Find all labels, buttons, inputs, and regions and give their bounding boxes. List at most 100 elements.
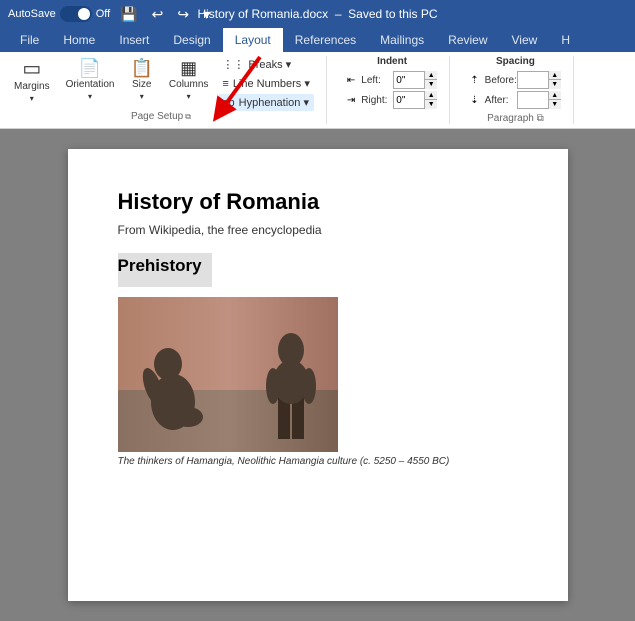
columns-label: Columns [169,79,208,90]
margins-icon: ▭ [22,59,41,79]
spacing-title: Spacing [496,56,535,67]
section-heading: Prehistory [118,256,202,276]
page-setup-label-row: Page Setup ⧉ [131,111,191,122]
tab-h[interactable]: H [549,28,582,52]
paragraph-label: Paragraph ⧉ [487,113,544,124]
document-title: History of Romania [118,189,518,215]
line-numbers-label: Line Numbers ▾ [233,77,310,90]
spacing-after-arrows: ▲ ▼ [548,91,561,109]
indent-left-down[interactable]: ▼ [424,80,437,89]
line-numbers-icon: ≡ [222,78,228,90]
page-setup-group: ▭ Margins ▾ 📄 Orientation ▾ 📋 Size ▾ ▦ C… [8,56,327,124]
autosave-knob [78,8,90,20]
image-caption: The thinkers of Hamangia, Neolithic Hama… [118,456,518,467]
indent-right-label: Right: [361,95,389,106]
columns-arrow: ▾ [187,92,191,101]
document-image-container: The thinkers of Hamangia, Neolithic Hama… [118,297,518,467]
size-button[interactable]: 📋 Size ▾ [125,56,159,104]
spacing-group: Spacing ⇡ Before: ▲ ▼ ⇣ After: ▲ ▼ [470,56,573,124]
document-page: History of Romania From Wikipedia, the f… [68,149,568,601]
spacing-after-row: ⇣ After: ▲ ▼ [470,91,560,109]
margins-button[interactable]: ▭ Margins ▾ [8,56,56,106]
columns-button[interactable]: ▦ Columns ▾ [163,56,214,104]
indent-group: Indent ⇤ Left: ▲ ▼ ⇥ Right: ▲ ▼ [347,56,450,124]
document-area: History of Romania From Wikipedia, the f… [0,129,635,621]
tab-file[interactable]: File [8,28,51,52]
breaks-button[interactable]: ⋮⋮ Breaks ▾ [218,56,313,73]
margins-label: Margins [14,81,50,92]
size-arrow: ▾ [140,92,144,101]
caption-text: The thinkers of Hamangia, Neolithic Hama… [118,456,450,467]
saved-status: Saved to this PC [348,7,437,21]
indent-left-spinner[interactable]: ▲ ▼ [393,71,437,89]
indent-right-arrows: ▲ ▼ [424,91,437,109]
orientation-label: Orientation [66,79,115,90]
title-bar-left: AutoSave Off 💾 ↩ ↪ ▾ [8,4,214,25]
tab-view[interactable]: View [500,28,550,52]
columns-icon: ▦ [180,59,197,77]
hyphenation-label: Hyphenation ▾ [239,96,309,109]
prehistory-section: Prehistory [118,253,518,467]
document-filename: History of Romania.docx [197,7,328,21]
tab-references[interactable]: References [283,28,368,52]
size-label: Size [132,79,151,90]
breaks-icon: ⋮⋮ [222,58,244,71]
spacing-after-spinner[interactable]: ▲ ▼ [517,91,561,109]
indent-right-row: ⇥ Right: ▲ ▼ [347,91,437,109]
statue-right [258,314,318,444]
size-icon: 📋 [131,59,153,77]
autosave-state: Off [96,8,110,20]
orientation-button[interactable]: 📄 Orientation ▾ [60,56,121,104]
line-numbers-button[interactable]: ≡ Line Numbers ▾ [218,75,313,92]
ribbon-tabs: File Home Insert Design Layout Reference… [0,28,635,52]
orientation-arrow: ▾ [88,92,92,101]
page-setup-expand[interactable]: ⧉ [185,112,191,122]
autosave-toggle[interactable] [60,6,92,22]
orientation-icon: 📄 [79,59,101,77]
tab-insert[interactable]: Insert [107,28,161,52]
tab-layout[interactable]: Layout [223,28,283,52]
page-setup-label: Page Setup [131,111,183,122]
document-title-area: History of Romania.docx – Saved to this … [197,7,437,21]
tab-mailings[interactable]: Mailings [368,28,436,52]
margins-arrow: ▾ [30,94,34,103]
tab-design[interactable]: Design [161,28,222,52]
autosave-control[interactable]: AutoSave Off [8,6,110,22]
indent-left-up[interactable]: ▲ [424,71,437,80]
breaks-label: Breaks ▾ [248,58,291,71]
document-subtitle: From Wikipedia, the free encyclopedia [118,223,518,237]
indent-left-label: Left: [361,75,389,86]
indent-left-arrows: ▲ ▼ [424,71,437,89]
spacing-after-icon: ⇣ [470,95,478,106]
spacing-after-up[interactable]: ▲ [548,91,561,100]
ribbon-content: ▭ Margins ▾ 📄 Orientation ▾ 📋 Size ▾ ▦ C… [0,52,635,129]
indent-title: Indent [377,56,407,67]
title-bar: AutoSave Off 💾 ↩ ↪ ▾ History of Romania.… [0,0,635,28]
spacing-before-up[interactable]: ▲ [548,71,561,80]
spacing-before-down[interactable]: ▼ [548,80,561,89]
undo-button[interactable]: ↩ [148,4,168,25]
indent-right-spinner[interactable]: ▲ ▼ [393,91,437,109]
document-image [118,297,338,452]
spacing-before-spinner[interactable]: ▲ ▼ [517,71,561,89]
tab-home[interactable]: Home [51,28,107,52]
indent-right-down[interactable]: ▼ [424,100,437,109]
indent-right-arrow: ⇥ [347,95,355,106]
paragraph-expand[interactable]: ⧉ [537,113,544,124]
autosave-label: AutoSave [8,8,56,20]
spacing-after-label: After: [485,95,513,106]
spacing-before-icon: ⇡ [470,75,478,86]
redo-button[interactable]: ↪ [173,4,193,25]
indent-left-arrow: ⇤ [347,75,355,86]
indent-right-up[interactable]: ▲ [424,91,437,100]
tab-review[interactable]: Review [436,28,499,52]
spacing-after-down[interactable]: ▼ [548,100,561,109]
statue-left [138,332,208,442]
spacing-before-row: ⇡ Before: ▲ ▼ [470,71,560,89]
hyphenation-icon: ab [222,97,234,109]
hyphenation-button[interactable]: ab Hyphenation ▾ [218,94,313,111]
spacing-before-arrows: ▲ ▼ [548,71,561,89]
indent-left-row: ⇤ Left: ▲ ▼ [347,71,437,89]
page-setup-buttons: ▭ Margins ▾ 📄 Orientation ▾ 📋 Size ▾ ▦ C… [8,56,314,111]
save-button[interactable]: 💾 [116,4,141,25]
